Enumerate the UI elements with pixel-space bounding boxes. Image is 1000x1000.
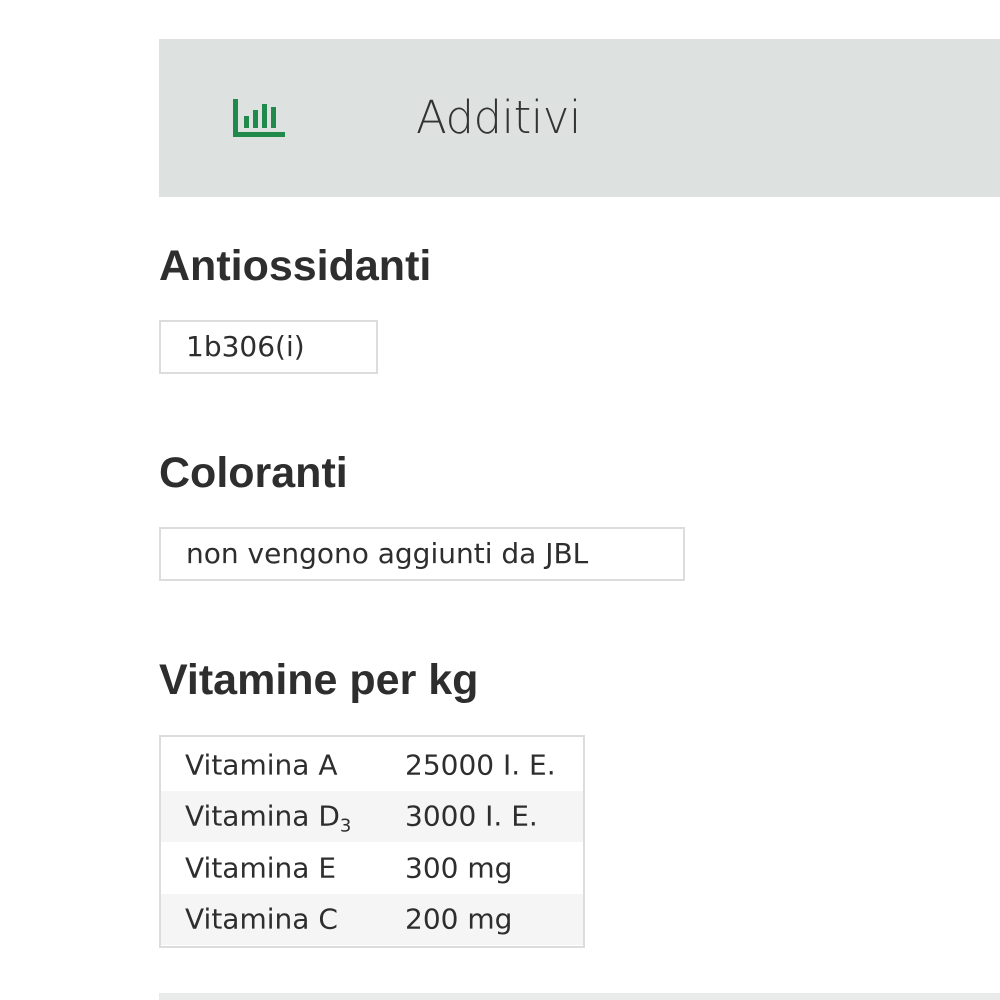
vitamin-amount: 25000 I. E. [405,748,556,782]
vitamin-name: Vitamina C [185,902,338,936]
colorants-value: non vengono aggiunti da JBL [159,527,685,581]
vitamin-name-with-subscript: Vitamina D3 [185,799,351,836]
section-title: Additivi [416,91,581,144]
table-row: Vitamina C 200 mg [161,893,583,945]
table-row: Vitamina E 300 mg [161,842,583,894]
next-section-divider [159,993,1000,1000]
page: Additivi Antiossidanti 1b306(i) Colorant… [0,0,1000,1000]
antioxidants-value: 1b306(i) [159,320,378,374]
vitamins-heading: Vitamine per kg [159,656,479,704]
vitamins-table: Vitamina A 25000 I. E. Vitamina D3 3000 … [159,735,585,948]
vitamin-amount: 300 mg [405,851,513,885]
vitamin-amount: 3000 I. E. [405,799,538,833]
vitamin-amount: 200 mg [405,902,513,936]
vitamin-name: Vitamina E [185,851,337,885]
bar-chart-icon [233,99,285,137]
vitamin-subscript: 3 [339,815,352,837]
colorants-heading: Coloranti [159,449,348,497]
vitamin-name: Vitamina D [185,799,340,833]
table-row: Vitamina A 25000 I. E. [161,739,583,791]
antioxidants-heading: Antiossidanti [159,242,432,290]
vitamin-name: Vitamina A [185,748,338,782]
additives-header: Additivi [159,39,1000,197]
table-row: Vitamina D3 3000 I. E. [161,790,583,842]
